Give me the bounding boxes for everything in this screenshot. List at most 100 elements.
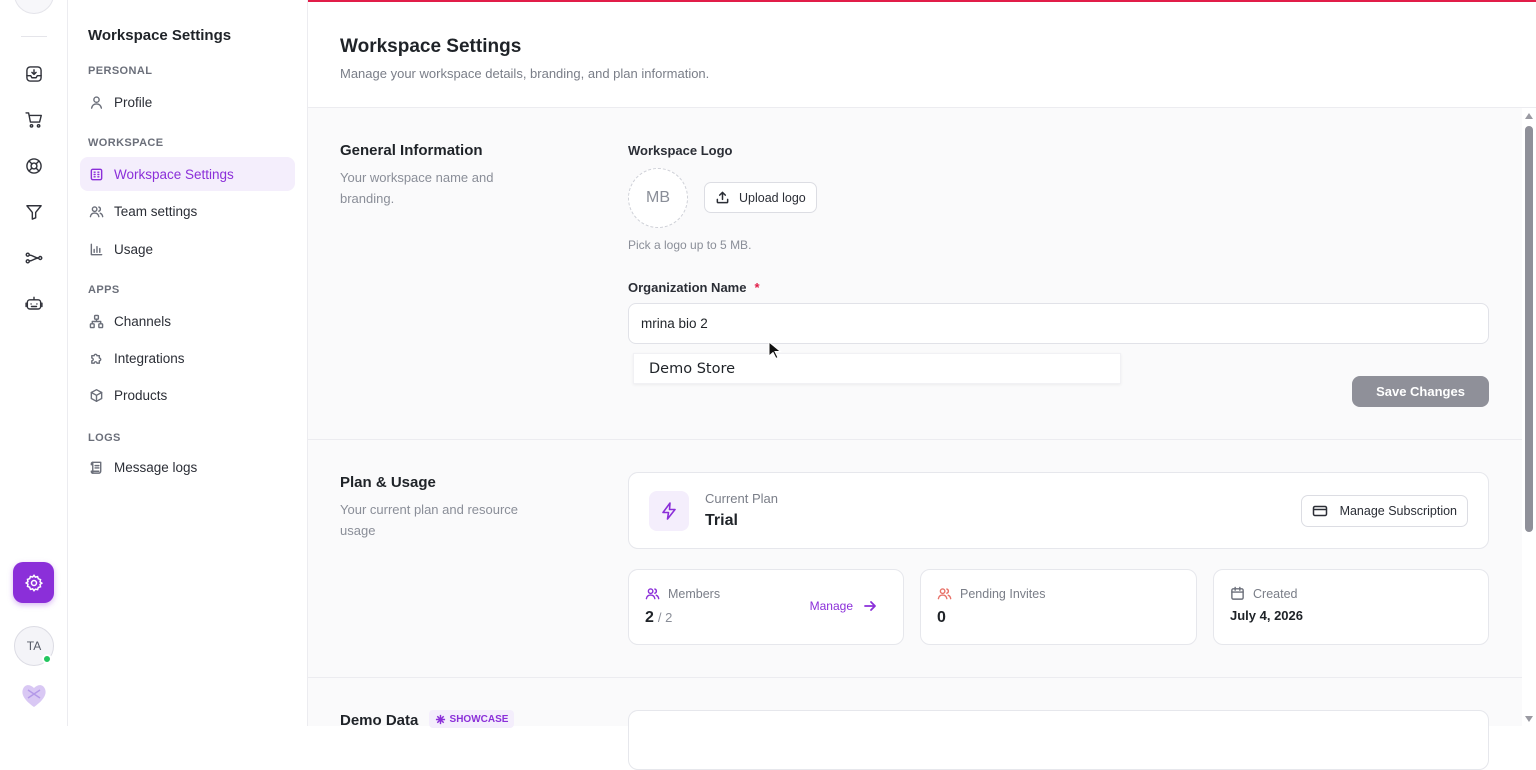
showcase-badge: SHOWCASE — [428, 710, 515, 729]
sidebar-item-label: Integrations — [114, 350, 185, 366]
user-avatar[interactable]: TA — [14, 626, 54, 666]
section-logs: LOGS — [88, 432, 121, 444]
autocomplete-suggestion[interactable]: Demo Store — [633, 353, 1121, 384]
mouse-cursor-icon — [768, 341, 782, 359]
general-section-description: Your workspace name and branding. — [340, 170, 494, 206]
sidebar-item-label: Message logs — [114, 459, 198, 475]
sidebar-item-label: Profile — [114, 94, 153, 110]
main-scrollbar[interactable] — [1522, 108, 1536, 726]
section-divider — [308, 677, 1522, 678]
sidebar-title: Workspace Settings — [88, 27, 232, 44]
section-personal: PERSONAL — [88, 65, 153, 77]
logo-placeholder[interactable]: MB — [628, 168, 688, 228]
scroll-thumb[interactable] — [1525, 126, 1533, 532]
flow-icon[interactable] — [22, 246, 46, 270]
scroll-down-arrow[interactable] — [1525, 716, 1533, 722]
bot-icon[interactable] — [22, 292, 46, 316]
pending-invites-count: 0 — [937, 609, 946, 626]
manage-subscription-label: Manage Subscription — [1339, 504, 1457, 518]
current-plan-value: Trial — [705, 512, 738, 529]
created-card: Created July 4, 2026 — [1213, 569, 1489, 645]
sidebar-item-label: Usage — [114, 241, 154, 257]
upload-logo-label: Upload logo — [739, 190, 806, 205]
page-title: Workspace Settings — [340, 36, 522, 57]
arrow-right-icon — [864, 601, 876, 611]
demo-section-title: Demo Data SHOWCASE — [340, 710, 515, 730]
members-label: Members — [668, 586, 721, 601]
icon-rail: TA — [0, 0, 68, 726]
current-plan-label: Current Plan — [705, 491, 778, 506]
users-icon — [645, 588, 660, 600]
pending-invites-card: Pending Invites 0 — [920, 569, 1197, 645]
user-initials: TA — [26, 639, 42, 653]
main-content: Workspace Settings Manage your workspace… — [308, 0, 1536, 770]
required-marker: * — [754, 280, 760, 295]
settings-button[interactable] — [13, 562, 54, 603]
pending-label-row: Pending Invites — [937, 586, 1045, 601]
created-date: July 4, 2026 — [1230, 608, 1303, 623]
showcase-badge-label: SHOWCASE — [449, 713, 509, 725]
credit-card-icon — [1312, 505, 1327, 517]
upload-logo-button[interactable]: Upload logo — [704, 182, 817, 213]
demo-data-card — [628, 710, 1489, 770]
sidebar-item-label: Workspace Settings — [114, 166, 234, 182]
filter-icon[interactable] — [22, 200, 46, 224]
online-status-dot — [42, 654, 52, 664]
scroll-icon — [88, 459, 104, 475]
page-subtitle: Manage your workspace details, branding,… — [340, 66, 710, 81]
sidebar-item-message-logs[interactable]: Message logs — [80, 450, 295, 484]
members-limit: / 2 — [657, 610, 673, 625]
workspace-logo-label: Workspace Logo — [628, 143, 733, 158]
sidebar-item-channels[interactable]: Channels — [80, 304, 295, 338]
logo-size-hint: Pick a logo up to 5 MB. — [628, 238, 752, 252]
sidebar-item-workspace-settings[interactable]: Workspace Settings — [80, 157, 295, 191]
general-section-title: General Information — [340, 142, 483, 159]
pending-invites-label: Pending Invites — [960, 586, 1046, 601]
upload-icon — [716, 191, 729, 204]
users-icon — [88, 203, 104, 219]
current-plan-card: Current Plan Trial Manage Subscription — [628, 472, 1489, 549]
sidebar-item-products[interactable]: Products — [80, 378, 295, 412]
calendar-icon — [1231, 586, 1244, 600]
gear-icon — [24, 573, 43, 592]
organization-name-input[interactable] — [628, 303, 1489, 344]
settings-content: General Information Your workspace name … — [308, 108, 1522, 770]
save-changes-button[interactable]: Save Changes — [1352, 376, 1489, 407]
inbox-icon[interactable] — [22, 62, 46, 86]
puzzle-icon — [88, 350, 104, 366]
settings-sidebar: Workspace Settings PERSONAL Profile WORK… — [68, 0, 308, 726]
bar-chart-icon — [88, 241, 104, 257]
members-count-row: 2/ 2 — [645, 609, 672, 627]
sidebar-item-team-settings[interactable]: Team settings — [80, 194, 295, 228]
pending-users-icon — [937, 588, 952, 600]
organization-name-label-text: Organization Name — [628, 280, 747, 295]
members-card: Members 2/ 2 Manage — [628, 569, 904, 645]
cart-icon[interactable] — [22, 108, 46, 132]
network-icon — [88, 313, 104, 329]
demo-title: Demo Data — [340, 712, 419, 729]
workspace-switcher[interactable] — [14, 0, 54, 14]
box-icon — [88, 387, 104, 403]
sidebar-item-label: Products — [114, 387, 168, 403]
user-icon — [88, 94, 104, 110]
plan-section-title: Plan & Usage — [340, 474, 436, 491]
sidebar-item-usage[interactable]: Usage — [80, 232, 295, 266]
members-label-row: Members — [645, 586, 720, 601]
manage-label: Manage — [809, 599, 853, 613]
created-label-row: Created — [1230, 586, 1297, 601]
scroll-up-arrow[interactable] — [1525, 113, 1533, 119]
section-workspace: WORKSPACE — [88, 137, 164, 149]
lightning-icon — [649, 491, 689, 531]
logo-initials: MB — [646, 189, 670, 206]
sidebar-item-integrations[interactable]: Integrations — [80, 341, 295, 375]
building-icon — [88, 166, 104, 182]
manage-members-link[interactable]: Manage — [810, 599, 877, 613]
manage-subscription-button[interactable]: Manage Subscription — [1300, 495, 1468, 527]
members-count: 2 — [645, 609, 654, 626]
sidebar-item-profile[interactable]: Profile — [80, 85, 295, 119]
sidebar-item-label: Channels — [114, 313, 172, 329]
section-divider — [308, 439, 1522, 440]
rail-divider — [21, 36, 47, 37]
support-icon[interactable] — [22, 154, 46, 178]
created-label: Created — [1253, 586, 1298, 601]
